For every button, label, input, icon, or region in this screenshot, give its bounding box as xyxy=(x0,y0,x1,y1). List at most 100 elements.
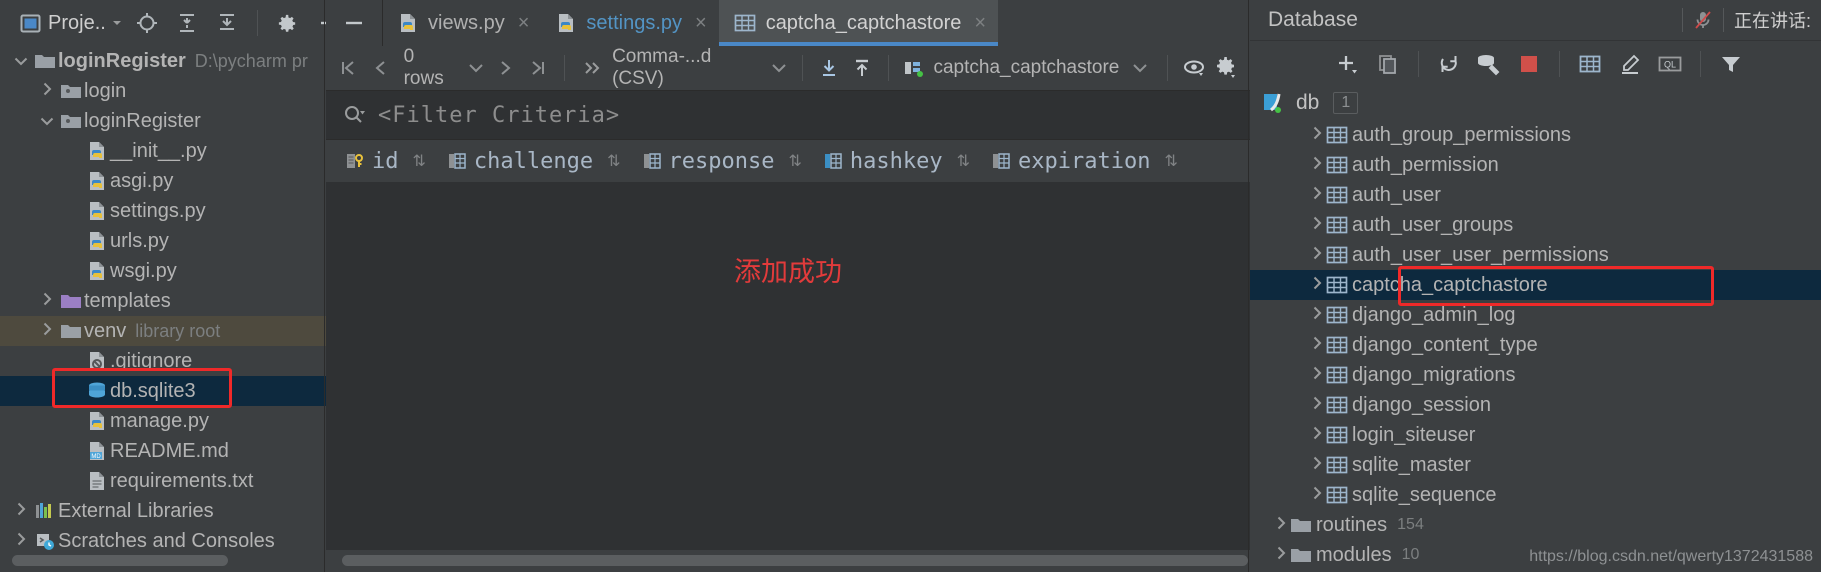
project-tree-item[interactable]: db.sqlite3 xyxy=(0,376,326,406)
first-page-button[interactable] xyxy=(332,53,365,83)
chevron-right-icon[interactable] xyxy=(1276,514,1286,536)
database-table-item[interactable]: sqlite_master xyxy=(1250,450,1821,480)
project-tree-item[interactable]: .gitignore xyxy=(0,346,326,376)
project-tree-item[interactable]: asgi.py xyxy=(0,166,326,196)
expand-all-button[interactable] xyxy=(167,6,207,40)
database-table-item[interactable]: django_content_type xyxy=(1250,330,1821,360)
locate-button[interactable] xyxy=(127,6,167,40)
chevron-right-icon[interactable] xyxy=(1312,214,1322,236)
project-tree-item[interactable]: login xyxy=(0,76,326,106)
chevron-right-icon[interactable] xyxy=(1312,124,1322,146)
data-source-dropdown[interactable] xyxy=(1127,63,1153,73)
sort-arrows-icon[interactable]: ⇅ xyxy=(789,151,802,171)
project-view-selector[interactable]: Proje.. xyxy=(14,7,127,39)
project-tree-item[interactable]: __init__.py xyxy=(0,136,326,166)
database-group-item[interactable]: routines 154 xyxy=(1250,510,1821,540)
prev-page-button[interactable] xyxy=(365,53,398,83)
chevron-right-icon[interactable] xyxy=(10,532,32,550)
chevron-right-icon[interactable] xyxy=(1312,424,1322,446)
project-tree-item[interactable]: wsgi.py xyxy=(0,256,326,286)
chevron-right-icon[interactable] xyxy=(1312,394,1322,416)
copy-datasource-button[interactable] xyxy=(1368,47,1408,81)
editor-tab[interactable]: settings.py × xyxy=(541,0,718,46)
database-table-item[interactable]: auth_user_groups xyxy=(1250,210,1821,240)
grid-body[interactable]: 添加成功 xyxy=(326,182,1250,550)
chevron-right-icon[interactable] xyxy=(10,502,32,520)
collapse-all-button[interactable] xyxy=(207,6,247,40)
import-data-button[interactable] xyxy=(846,53,879,83)
chevron-right-icon[interactable] xyxy=(1312,304,1322,326)
database-table-item[interactable]: auth_user_user_permissions xyxy=(1250,240,1821,270)
chevron-right-icon[interactable] xyxy=(1312,364,1322,386)
editor-horizontal-scrollbar[interactable] xyxy=(326,550,1250,572)
filter-criteria-input[interactable]: <Filter Criteria> xyxy=(378,103,620,128)
project-horizontal-scrollbar[interactable] xyxy=(0,550,326,572)
chevron-right-icon[interactable] xyxy=(1312,484,1322,506)
panel-divider-left[interactable] xyxy=(324,0,325,572)
database-table-item[interactable]: auth_permission xyxy=(1250,150,1821,180)
grid-column-header[interactable]: id ⇅ xyxy=(340,149,442,174)
data-source-selector[interactable]: captcha_captchastore xyxy=(899,57,1157,79)
project-tree-item[interactable]: loginRegister xyxy=(0,106,326,136)
chevron-right-icon[interactable] xyxy=(1312,154,1322,176)
sort-arrows-icon[interactable]: ⇅ xyxy=(607,151,620,171)
add-datasource-button[interactable] xyxy=(1328,47,1368,81)
grid-column-header[interactable]: challenge ⇅ xyxy=(442,149,637,174)
database-table-item[interactable]: captcha_captchastore xyxy=(1250,270,1821,300)
project-tree-item[interactable]: Scratches and Consoles xyxy=(0,526,326,550)
refresh-button[interactable] xyxy=(1429,47,1469,81)
chevron-right-icon[interactable] xyxy=(36,322,58,340)
next-page-button[interactable] xyxy=(489,53,522,83)
database-table-item[interactable]: django_admin_log xyxy=(1250,300,1821,330)
database-table-item[interactable]: django_session xyxy=(1250,390,1821,420)
project-tree-item[interactable]: manage.py xyxy=(0,406,326,436)
project-tree-item[interactable]: urls.py xyxy=(0,226,326,256)
datasource-node[interactable]: db 1 xyxy=(1250,86,1821,120)
row-count-dropdown[interactable] xyxy=(464,63,489,73)
scrollbar-thumb[interactable] xyxy=(12,555,228,566)
project-tree-item[interactable]: settings.py xyxy=(0,196,326,226)
edit-button[interactable] xyxy=(1610,47,1650,81)
last-page-button[interactable] xyxy=(521,53,554,83)
chevron-right-icon[interactable] xyxy=(1312,334,1322,356)
export-data-button[interactable] xyxy=(813,53,846,83)
project-tree-item[interactable]: External Libraries xyxy=(0,496,326,526)
chevron-right-icon[interactable] xyxy=(1312,454,1322,476)
chevron-down-icon[interactable] xyxy=(10,53,32,70)
database-table-item[interactable]: login_siteuser xyxy=(1250,420,1821,450)
sort-arrows-icon[interactable]: ⇅ xyxy=(957,151,970,171)
chevron-down-icon[interactable] xyxy=(36,113,58,130)
filter-button[interactable] xyxy=(1711,47,1751,81)
microphone-muted-icon[interactable] xyxy=(1683,9,1723,31)
chevron-right-icon[interactable] xyxy=(36,82,58,100)
data-settings-button[interactable] xyxy=(1211,53,1244,83)
more-options-button[interactable] xyxy=(575,53,608,83)
hide-editor-button[interactable] xyxy=(326,0,382,46)
database-table-item[interactable]: sqlite_sequence xyxy=(1250,480,1821,510)
view-options-button[interactable] xyxy=(1178,53,1211,83)
project-tree-item[interactable]: templates xyxy=(0,286,326,316)
db-tools-button[interactable] xyxy=(1469,47,1509,81)
chevron-right-icon[interactable] xyxy=(1276,544,1286,566)
project-tree-item[interactable]: venv library root xyxy=(0,316,326,346)
sort-arrows-icon[interactable]: ⇅ xyxy=(413,151,426,171)
close-tab-icon[interactable]: × xyxy=(695,12,707,35)
project-tree-item[interactable]: requirements.txt xyxy=(0,466,326,496)
stop-button[interactable] xyxy=(1509,47,1549,81)
editor-tab[interactable]: captcha_captchastore × xyxy=(718,0,999,46)
sort-arrows-icon[interactable]: ⇅ xyxy=(1164,151,1177,171)
chevron-right-icon[interactable] xyxy=(36,292,58,310)
filter-bar[interactable]: <Filter Criteria> xyxy=(326,90,1250,140)
grid-column-header[interactable]: response ⇅ xyxy=(637,149,818,174)
chevron-right-icon[interactable] xyxy=(1312,184,1322,206)
database-table-item[interactable]: django_migrations xyxy=(1250,360,1821,390)
database-table-item[interactable]: auth_user xyxy=(1250,180,1821,210)
database-table-item[interactable]: auth_group_permissions xyxy=(1250,120,1821,150)
scrollbar-thumb[interactable] xyxy=(342,555,1248,566)
project-tree-item[interactable]: MD README.md xyxy=(0,436,326,466)
project-tree-item[interactable]: loginRegister D:\pycharm pr xyxy=(0,46,326,76)
database-tree[interactable]: db 1 auth_group_permissions auth_permissi… xyxy=(1250,86,1821,572)
panel-divider-right[interactable] xyxy=(1248,0,1249,572)
open-table-button[interactable] xyxy=(1570,47,1610,81)
output-format-dropdown[interactable] xyxy=(767,63,792,73)
